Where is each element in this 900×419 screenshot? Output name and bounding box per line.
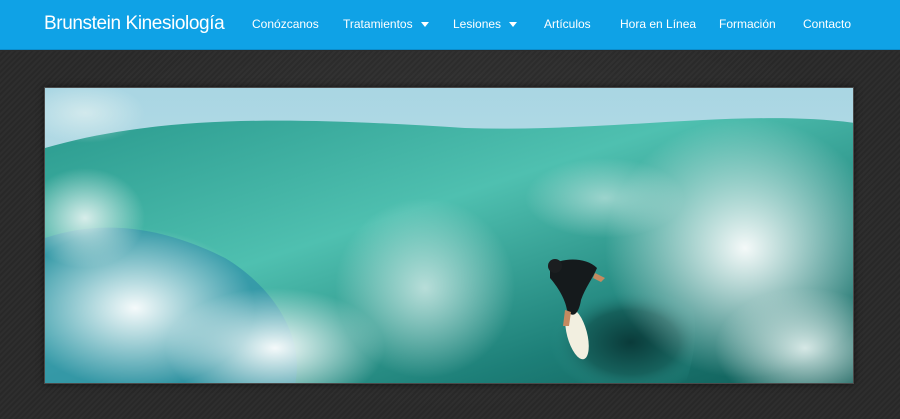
chevron-down-icon xyxy=(509,21,518,27)
nav-item-label: Conózcanos xyxy=(252,17,319,31)
nav-item-label: Tratamientos xyxy=(343,17,413,31)
nav-item-label: Artículos xyxy=(544,17,591,31)
top-navbar: Brunstein Kinesiología Conózcanos Tratam… xyxy=(0,0,900,50)
nav-item-articulos[interactable]: Artículos xyxy=(544,17,591,31)
site-logo-link[interactable]: Brunstein Kinesiología xyxy=(44,13,225,35)
nav-item-conozcanos[interactable]: Conózcanos xyxy=(252,17,319,31)
chevron-down-icon xyxy=(420,21,429,27)
nav-item-tratamientos[interactable]: Tratamientos xyxy=(343,17,429,31)
nav-item-label: Hora en Línea xyxy=(620,17,697,31)
nav-item-hora-en-linea[interactable]: Hora en Línea xyxy=(620,17,696,31)
hero-section xyxy=(0,51,900,419)
nav-item-formacion[interactable]: Formación xyxy=(719,17,776,31)
nav-item-label: Lesiones xyxy=(453,17,502,31)
hero-banner xyxy=(44,87,854,384)
nav-item-lesiones[interactable]: Lesiones xyxy=(453,17,518,31)
surfer-wave-image xyxy=(45,88,853,383)
nav-item-label: Formación xyxy=(719,17,776,31)
nav-item-contacto[interactable]: Contacto xyxy=(803,17,851,31)
nav-item-label: Contacto xyxy=(803,17,852,31)
